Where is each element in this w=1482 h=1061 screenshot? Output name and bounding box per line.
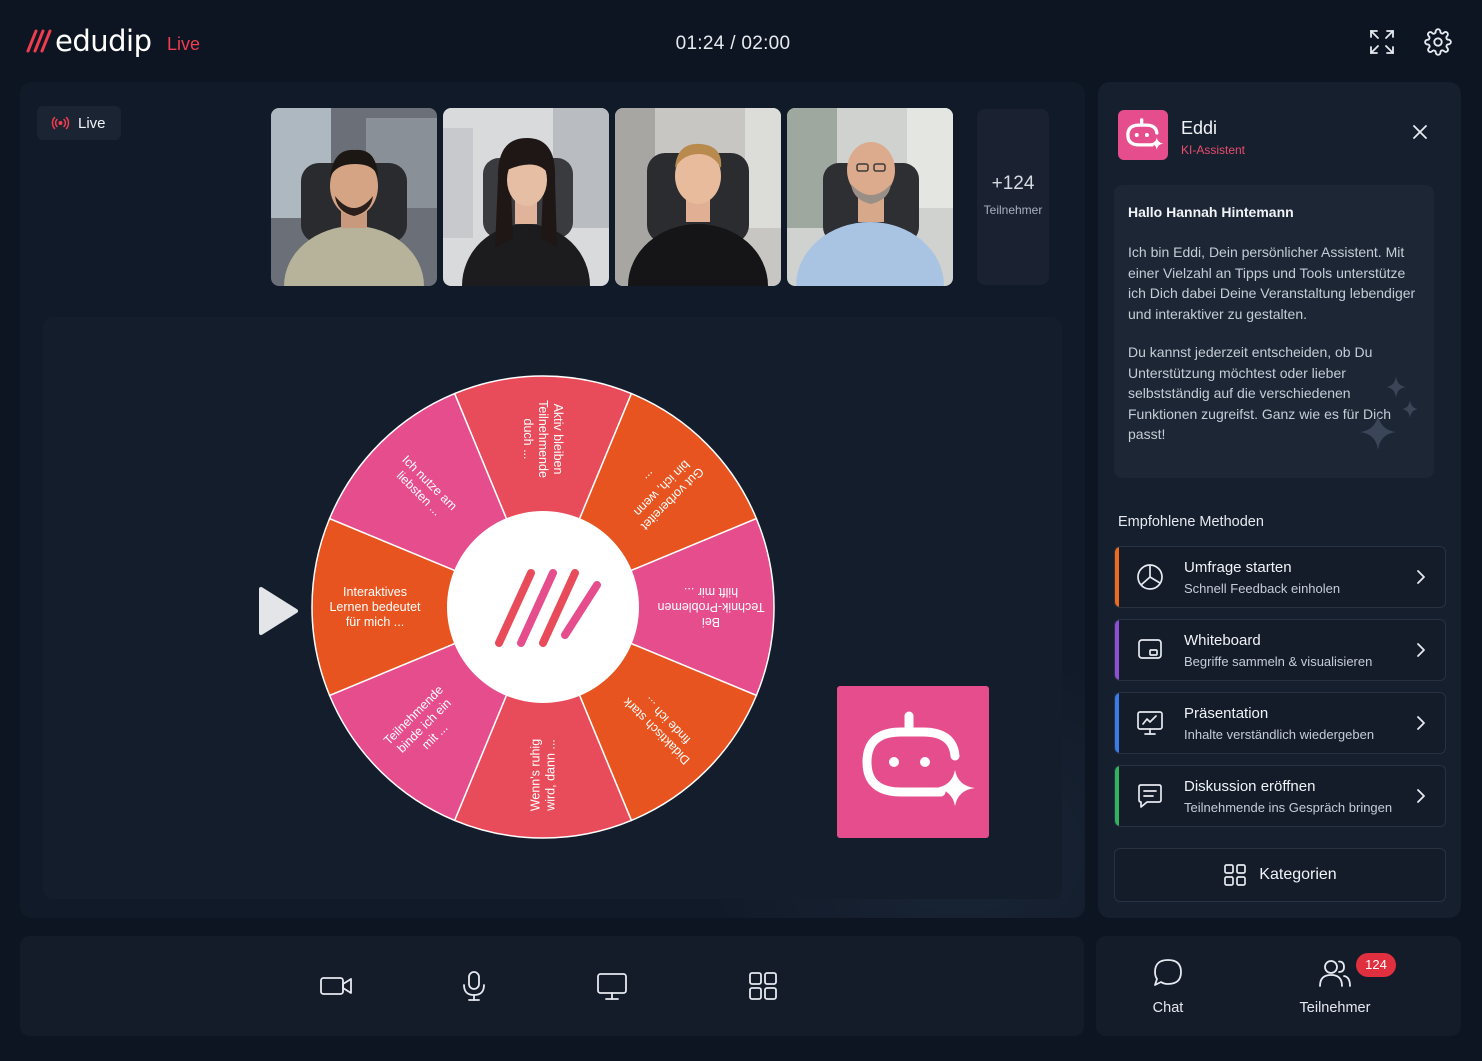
live-badge-label: Live bbox=[78, 114, 106, 132]
method-discussion[interactable]: Diskussion eröffnen Teilnehmende ins Ges… bbox=[1114, 765, 1446, 827]
broadcast-icon bbox=[51, 116, 70, 130]
assistant-name: Eddi bbox=[1181, 118, 1218, 138]
method-presentation[interactable]: Präsentation Inhalte verständlich wieder… bbox=[1114, 692, 1446, 754]
spin-wheel-area: Aktiv bleiben Teilnehmende duch ... Gut vor… bbox=[43, 317, 1062, 899]
robot-icon bbox=[1126, 118, 1164, 150]
participant-video-tiles bbox=[271, 108, 953, 286]
assistant-role: KI-Assistent bbox=[1181, 143, 1246, 157]
microphone-icon bbox=[463, 971, 485, 1001]
chat-label: Chat bbox=[1152, 1000, 1184, 1016]
method-poll[interactable]: Umfrage starten Schnell Feedback einhole… bbox=[1114, 546, 1446, 608]
chat-bubble-icon bbox=[1138, 784, 1162, 808]
presentation-icon bbox=[1137, 711, 1163, 735]
chevron-right-icon bbox=[1417, 716, 1425, 730]
close-icon[interactable] bbox=[1408, 120, 1432, 144]
chevron-right-icon bbox=[1417, 789, 1425, 803]
categories-button[interactable]: Kategorien bbox=[1114, 848, 1446, 902]
participant-video-tile[interactable] bbox=[615, 108, 781, 286]
method-whiteboard[interactable]: Whiteboard Begriffe sammeln & visualisie… bbox=[1114, 619, 1446, 681]
categories-label: Kategorien bbox=[1259, 866, 1337, 883]
microphone-button[interactable] bbox=[454, 966, 494, 1006]
method-subtitle: Begriffe sammeln & visualisieren bbox=[1184, 654, 1373, 669]
wheel-segment-text: hilft mir ... bbox=[684, 585, 738, 599]
ai-assistant-launcher[interactable] bbox=[837, 686, 989, 838]
method-accent bbox=[1115, 766, 1119, 826]
wheel-segment-text: Technik-Problemen bbox=[657, 600, 764, 614]
chevron-right-icon bbox=[1417, 643, 1425, 657]
more-participants-label: Teilnehmer bbox=[983, 203, 1043, 217]
wheel-segment-label: Wenn's ruhig wird, dann ... bbox=[529, 739, 558, 812]
method-title: Umfrage starten bbox=[1184, 559, 1292, 576]
communication-panel: Chat Teilnehmer bbox=[1096, 936, 1461, 1036]
wheel-segment-text: Wenn's ruhig bbox=[529, 739, 543, 811]
grid-icon bbox=[1224, 864, 1247, 886]
participant-video bbox=[443, 108, 609, 286]
recommended-methods-title: Empfohlene Methoden bbox=[1118, 514, 1264, 530]
participant-video bbox=[787, 108, 953, 286]
assistant-message-card: Hallo Hannah Hintemann Ich bin Eddi, Dei… bbox=[1114, 185, 1434, 478]
chat-icon bbox=[1154, 959, 1182, 986]
method-accent bbox=[1115, 620, 1119, 680]
participant-video-tile[interactable] bbox=[787, 108, 953, 286]
method-subtitle: Inhalte verständlich wiedergeben bbox=[1184, 727, 1375, 742]
method-subtitle: Teilnehmende ins Gespräch bringen bbox=[1184, 800, 1393, 815]
settings-button[interactable] bbox=[1424, 28, 1452, 56]
method-accent bbox=[1115, 547, 1119, 607]
wheel-segment-text: für mich ... bbox=[346, 615, 404, 629]
greeting-paragraph: Ich bin Eddi, Dein persönlicher Assisten… bbox=[1128, 244, 1416, 322]
chevron-right-icon bbox=[1417, 570, 1425, 584]
fullscreen-icon bbox=[1370, 30, 1394, 54]
assistant-avatar bbox=[1118, 110, 1168, 160]
spin-wheel[interactable]: Aktiv bleibenTeilnehmendeduch ...Gut vor… bbox=[308, 372, 778, 842]
app-root: edudip Live 01:24 / 02:00 Live +124 Teil… bbox=[0, 0, 1482, 1061]
apps-button[interactable] bbox=[743, 966, 783, 1006]
pie-chart-icon bbox=[1137, 564, 1163, 590]
sparkle-icon bbox=[1360, 376, 1418, 450]
camera-icon bbox=[320, 977, 352, 995]
chat-button[interactable]: Chat bbox=[1113, 956, 1223, 1026]
method-accent bbox=[1115, 693, 1119, 753]
more-participants-tile[interactable]: +124 Teilnehmer bbox=[977, 109, 1049, 285]
ai-assistant-panel: Eddi KI-Assistent Hallo Hannah Hintemann… bbox=[1098, 82, 1461, 918]
wheel-segment-text: Lernen bedeutet bbox=[329, 600, 421, 614]
participants-label: Teilnehmer bbox=[1299, 1000, 1371, 1016]
fullscreen-button[interactable] bbox=[1368, 28, 1396, 56]
live-badge: Live bbox=[37, 106, 121, 140]
method-title: Diskussion eröffnen bbox=[1184, 778, 1316, 795]
users-icon bbox=[1319, 960, 1351, 987]
participants-count-badge: 124 bbox=[1356, 953, 1396, 977]
participant-video bbox=[615, 108, 781, 286]
whiteboard-icon bbox=[1138, 639, 1162, 659]
gear-icon bbox=[1424, 28, 1452, 56]
greeting-title: Hallo Hannah Hintemann bbox=[1128, 204, 1294, 220]
apps-grid-icon bbox=[749, 972, 777, 1000]
play-icon[interactable] bbox=[256, 585, 300, 637]
method-title: Präsentation bbox=[1184, 705, 1269, 722]
wheel-segment-text: Aktiv bleiben bbox=[551, 404, 565, 475]
wheel-hub bbox=[447, 511, 639, 703]
session-timer: 01:24 / 02:00 bbox=[675, 33, 791, 54]
robot-icon bbox=[862, 711, 975, 806]
more-participants-count: +124 bbox=[991, 173, 1035, 194]
media-toolbar bbox=[20, 936, 1084, 1036]
method-title: Whiteboard bbox=[1184, 632, 1261, 649]
wheel-segment-text: duch ... bbox=[521, 419, 535, 460]
wheel-segment-text: Bei bbox=[702, 615, 720, 629]
header: edudip Live 01:24 / 02:00 bbox=[0, 0, 1482, 82]
wheel-segment-text: Teilnehmende bbox=[536, 400, 550, 478]
camera-button[interactable] bbox=[316, 966, 356, 1006]
participant-video bbox=[271, 108, 437, 286]
participant-video-tile[interactable] bbox=[443, 108, 609, 286]
main-stage: Live +124 Teilnehmer Aktiv bleiben Teiln… bbox=[20, 82, 1085, 918]
participant-video-tile[interactable] bbox=[271, 108, 437, 286]
screen-share-button[interactable] bbox=[592, 966, 632, 1006]
method-subtitle: Schnell Feedback einholen bbox=[1184, 581, 1341, 596]
wheel-segment-text: wird, dann ... bbox=[544, 739, 558, 812]
wheel-segment-text: Interaktives bbox=[343, 585, 407, 599]
screen-share-icon bbox=[597, 973, 627, 1000]
